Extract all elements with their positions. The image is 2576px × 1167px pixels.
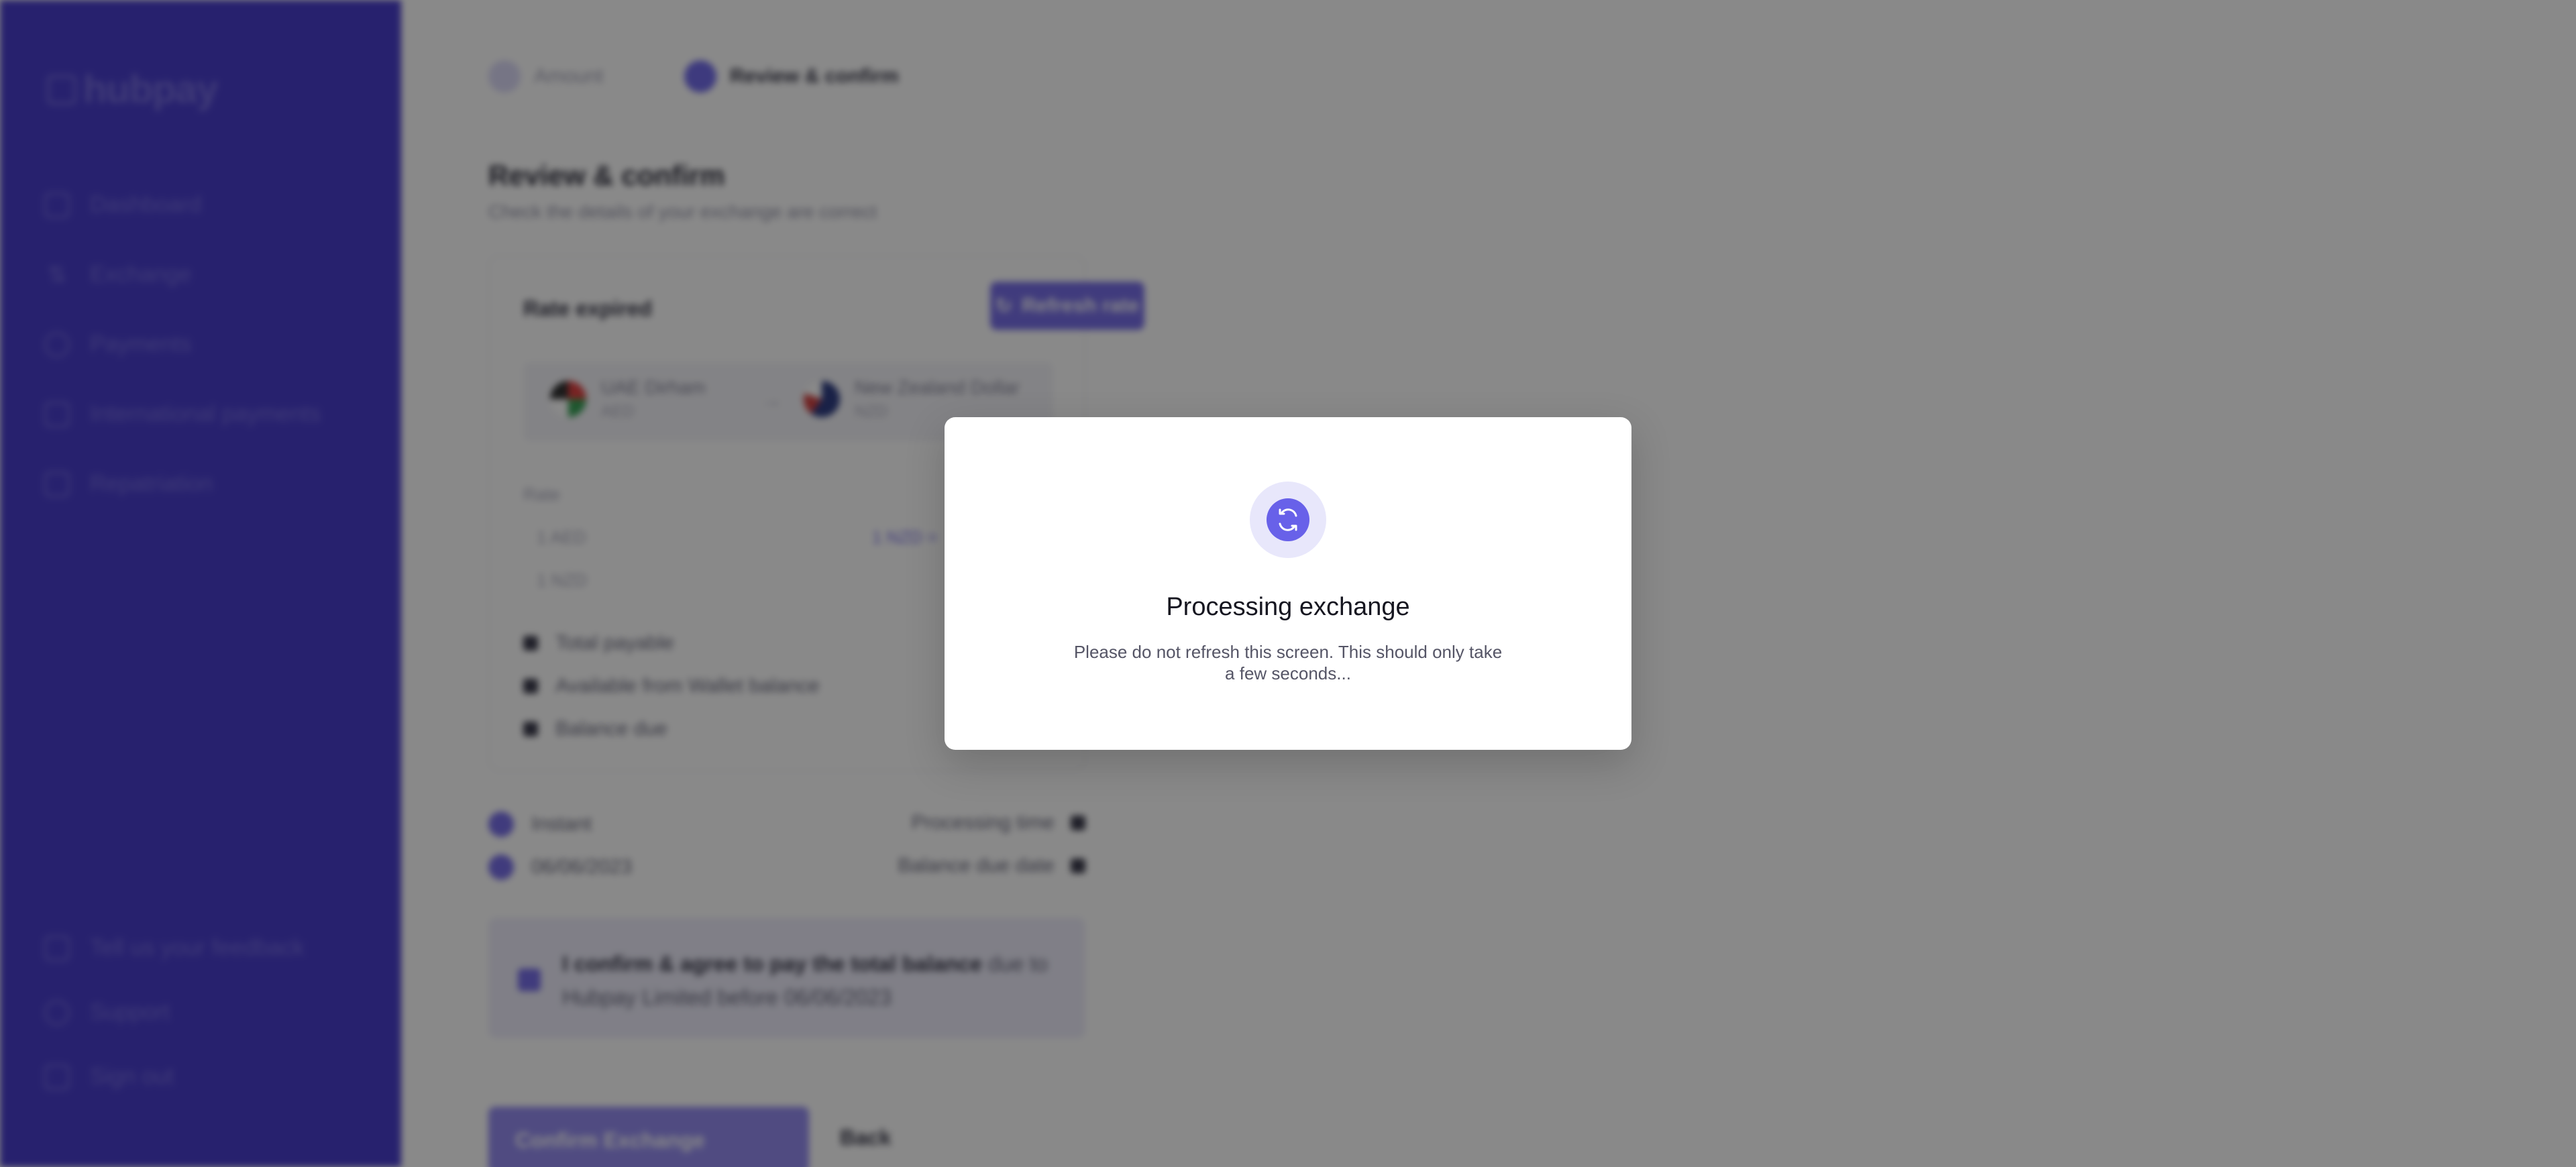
- modal-icon-halo: [1250, 482, 1326, 558]
- processing-modal: Processing exchange Please do not refres…: [945, 417, 1631, 750]
- modal-title: Processing exchange: [1166, 593, 1410, 621]
- refresh-icon: [1267, 498, 1309, 541]
- modal-message: Please do not refresh this screen. This …: [1073, 642, 1503, 683]
